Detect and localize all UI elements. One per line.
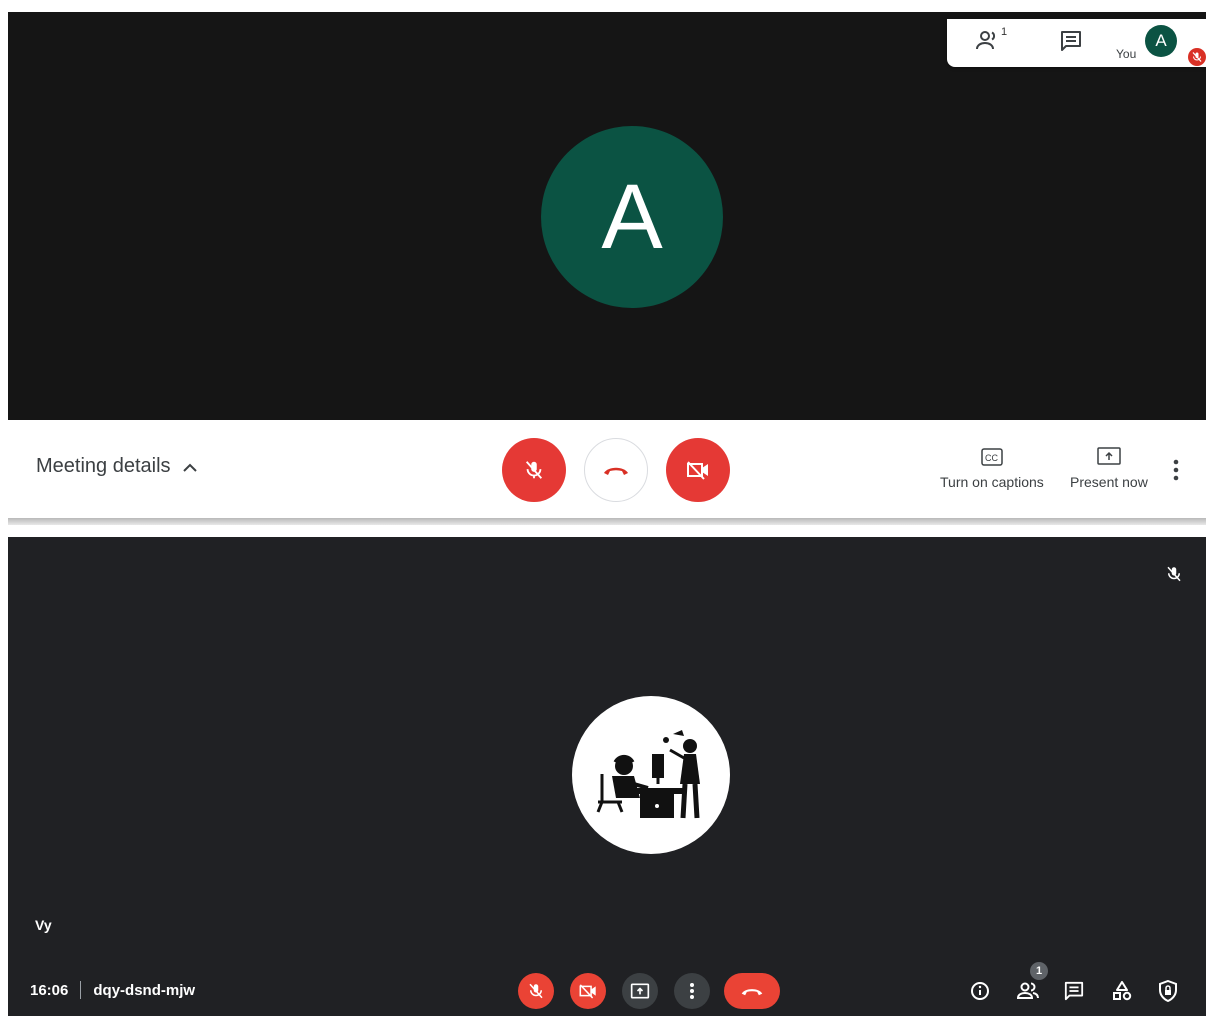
mic-toggle-button[interactable] bbox=[518, 973, 554, 1009]
mic-off-icon bbox=[1192, 52, 1202, 62]
participant-count-badge: 1 bbox=[1030, 962, 1048, 980]
hangup-icon bbox=[741, 989, 763, 996]
people-button[interactable] bbox=[1016, 979, 1040, 1003]
activities-button[interactable] bbox=[1110, 979, 1134, 1003]
office-illustration bbox=[596, 730, 700, 819]
leave-call-button[interactable] bbox=[724, 973, 780, 1009]
camera-off-icon bbox=[687, 461, 708, 480]
more-vert-icon bbox=[1173, 459, 1179, 481]
more-vert-icon bbox=[690, 983, 694, 999]
camera-toggle-button[interactable] bbox=[666, 438, 730, 502]
participant-profile-picture bbox=[572, 696, 730, 854]
divider bbox=[80, 981, 82, 999]
captions-icon: CC bbox=[981, 448, 1003, 466]
people-icon bbox=[976, 31, 996, 50]
meeting-info-row: 16:06 dqy-dsnd-mjw bbox=[30, 981, 195, 999]
svg-text:CC: CC bbox=[985, 453, 998, 463]
meeting-details-button[interactable]: Meeting details bbox=[36, 455, 199, 478]
chat-button[interactable] bbox=[1055, 25, 1087, 57]
meeting-code: dqy-dsnd-mjw bbox=[93, 981, 196, 999]
divider bbox=[8, 518, 1206, 525]
info-icon bbox=[971, 982, 989, 1000]
hangup-icon bbox=[604, 467, 628, 475]
mic-off-icon bbox=[525, 461, 543, 479]
participants-panel-strip: 1 You A bbox=[947, 19, 1206, 67]
chat-button[interactable] bbox=[1062, 979, 1086, 1003]
more-options-button[interactable] bbox=[674, 973, 710, 1009]
host-controls-icon bbox=[1159, 980, 1177, 1002]
present-label: Present now bbox=[1070, 474, 1148, 490]
people-icon bbox=[1017, 982, 1039, 999]
present-now-button[interactable]: Present now bbox=[1070, 444, 1148, 490]
participant-tile: Vy 16:06 dqy-dsnd-mjw 1 bbox=[8, 537, 1206, 1016]
camera-toggle-button[interactable] bbox=[570, 973, 606, 1009]
call-controls-bar: Meeting details CC Turn on captions Pres… bbox=[8, 420, 1206, 520]
more-options-button[interactable] bbox=[1166, 456, 1186, 484]
clock-time: 16:06 bbox=[30, 981, 69, 999]
meeting-info-button[interactable] bbox=[968, 979, 992, 1003]
mic-toggle-button[interactable] bbox=[502, 438, 566, 502]
people-count: 1 bbox=[1001, 26, 1008, 38]
captions-label: Turn on captions bbox=[940, 474, 1044, 490]
captions-button[interactable]: CC Turn on captions bbox=[940, 444, 1044, 490]
chevron-up-icon bbox=[182, 463, 197, 472]
meeting-details-label: Meeting details bbox=[36, 455, 171, 477]
camera-off-icon bbox=[579, 984, 596, 999]
leave-call-button[interactable] bbox=[584, 438, 648, 502]
present-icon bbox=[630, 983, 650, 999]
self-avatar[interactable]: A bbox=[1145, 25, 1177, 57]
chat-icon bbox=[1064, 981, 1084, 1001]
you-label: You bbox=[1116, 47, 1137, 61]
participant-name: Vy bbox=[35, 917, 52, 933]
main-video-stage: A bbox=[8, 12, 1206, 420]
participant-avatar-large: A bbox=[541, 126, 723, 308]
self-muted-indicator bbox=[1188, 48, 1206, 66]
present-button[interactable] bbox=[622, 973, 658, 1009]
host-controls-button[interactable] bbox=[1156, 979, 1180, 1003]
mic-off-icon bbox=[1167, 566, 1181, 582]
mic-off-icon bbox=[529, 983, 543, 999]
present-icon bbox=[1097, 447, 1121, 465]
activities-icon bbox=[1113, 981, 1132, 1001]
chat-icon bbox=[1061, 31, 1081, 51]
